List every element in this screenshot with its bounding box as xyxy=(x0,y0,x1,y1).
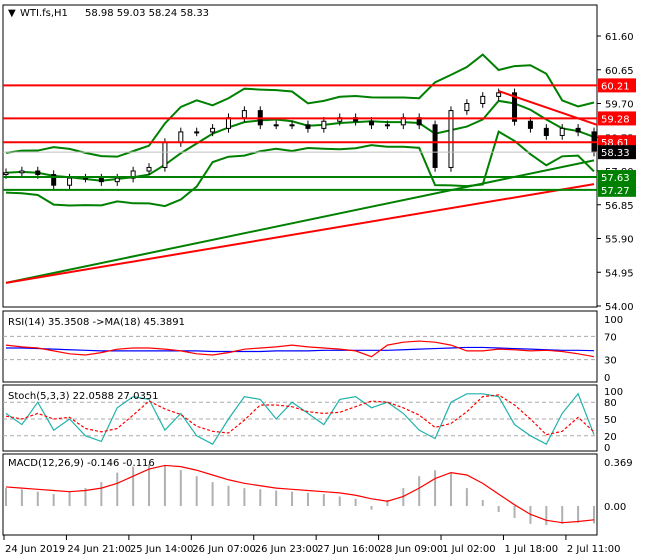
x-tick-label: 27 Jun 16:00 xyxy=(317,544,381,555)
x-tick-label: 26 Jun 23:00 xyxy=(255,544,319,555)
candle xyxy=(527,120,533,129)
rsi-title: RSI(14) 35.3508 ->MA(18) 45.3891 xyxy=(8,317,185,328)
x-tick-label: 26 Jun 07:00 xyxy=(192,544,256,555)
candle xyxy=(575,127,581,133)
candle xyxy=(464,103,470,112)
symbol-label: WTI.fs,H1 xyxy=(20,8,68,19)
y-tick-label: 56.85 xyxy=(605,201,634,212)
macd-signal-line xyxy=(5,464,595,524)
candle xyxy=(194,131,200,134)
x-tick-label: 1 Jul 18:00 xyxy=(504,544,558,555)
bollinger-middle xyxy=(5,99,595,182)
ohlc-values: 58.98 59.03 58.24 58.33 xyxy=(85,8,209,19)
y-tick-label: 100 xyxy=(604,315,623,326)
candle xyxy=(67,177,73,186)
candle xyxy=(289,124,295,127)
candle xyxy=(35,170,41,176)
y-tick-label: 0.00 xyxy=(604,502,626,513)
x-tick-label: 24 Jun 2019 xyxy=(5,544,65,555)
x-tick-label: 1 Jul 02:00 xyxy=(442,544,496,555)
candle xyxy=(480,95,486,105)
y-tick-label: 54.95 xyxy=(605,268,634,279)
candle xyxy=(82,177,88,180)
current-price-label: 58.33 xyxy=(601,148,630,159)
stoch-title: Stoch(5,3,3) 22.0588 27.0351 xyxy=(8,391,159,402)
y-tick-label: 61.60 xyxy=(605,32,634,43)
candle xyxy=(98,177,104,183)
candle xyxy=(114,177,120,183)
y-tick-label: 59.70 xyxy=(605,100,634,111)
x-tick-label: 25 Jun 14:00 xyxy=(130,544,194,555)
candle xyxy=(19,170,25,174)
y-tick-label: 30 xyxy=(604,356,617,367)
candle xyxy=(3,172,9,176)
candle xyxy=(543,127,549,136)
candle xyxy=(146,166,152,172)
candle xyxy=(210,127,216,133)
y-tick-label: 0 xyxy=(604,373,610,384)
main-pane xyxy=(2,4,598,308)
level-label: 57.63 xyxy=(601,173,630,184)
candle xyxy=(321,120,327,129)
candle xyxy=(178,131,184,144)
y-tick-label: 60.65 xyxy=(605,66,634,77)
candle xyxy=(162,142,168,168)
candle xyxy=(305,124,311,129)
triangle-down-icon[interactable]: ▼ xyxy=(8,8,16,19)
ma-red-line xyxy=(5,183,595,284)
y-tick-label: 0.369 xyxy=(604,458,633,469)
candle xyxy=(496,92,502,97)
candle xyxy=(559,127,565,136)
chart-canvas: 61.6060.6559.7058.7557.8056.8555.9054.95… xyxy=(2,4,636,555)
x-tick-label: 24 Jun 21:00 xyxy=(67,544,131,555)
candle xyxy=(241,110,247,119)
y-tick-label: 80 xyxy=(604,398,617,409)
macd-title: MACD(12,26,9) -0.146 -0.116 xyxy=(8,458,155,469)
chart-window: 61.6060.6559.7058.7557.8056.8555.9054.95… xyxy=(0,0,660,560)
y-tick-label: 55.90 xyxy=(605,235,634,246)
level-label: 57.27 xyxy=(601,186,630,197)
rsi-line xyxy=(5,340,595,358)
y-tick-label: 20 xyxy=(604,432,617,443)
level-label: 59.28 xyxy=(601,114,630,125)
y-tick-label: 70 xyxy=(604,332,617,343)
x-tick-label: 2 Jul 11:00 xyxy=(567,544,621,555)
y-tick-label: 50 xyxy=(604,415,617,426)
candle xyxy=(432,124,438,168)
level-label: 60.21 xyxy=(601,81,630,92)
candle xyxy=(384,124,390,127)
y-tick-label: 100 xyxy=(604,387,623,398)
y-tick-label: 0 xyxy=(604,443,610,454)
y-tick-label: 54.00 xyxy=(605,302,634,313)
ma-green-line xyxy=(5,159,595,284)
candle xyxy=(369,120,375,126)
x-tick-label: 28 Jun 09:00 xyxy=(380,544,444,555)
candle xyxy=(273,124,279,127)
